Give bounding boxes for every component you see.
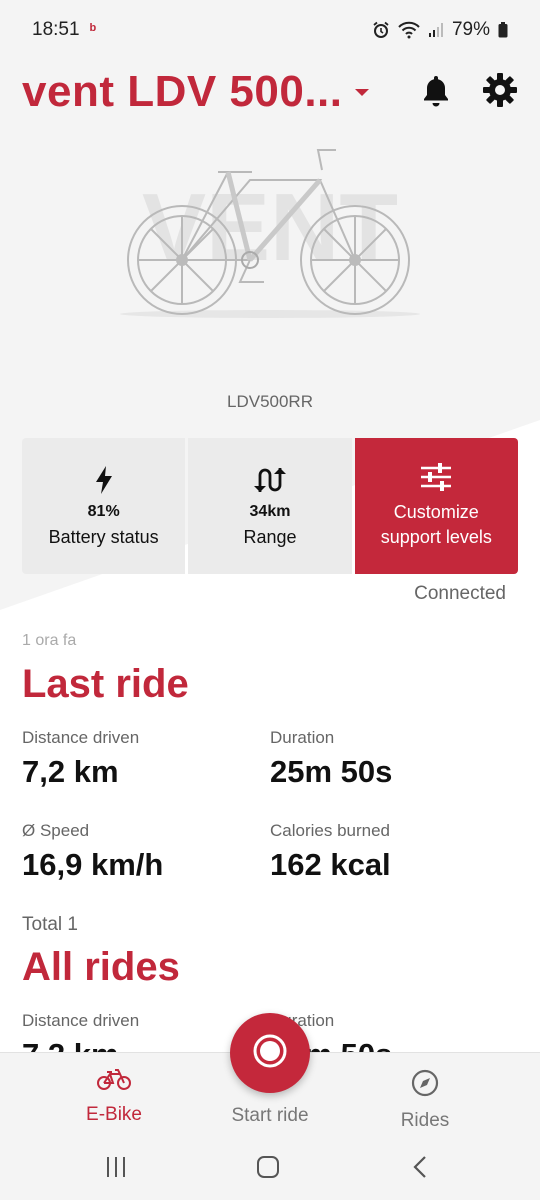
info-cards: 81% Battery status 34km Range Customize … — [22, 438, 518, 574]
sliders-icon — [420, 462, 452, 492]
lightning-icon — [95, 465, 113, 495]
last-ride-speed: Ø Speed 16,9 km/h — [22, 821, 262, 883]
status-icons: 79% — [372, 19, 508, 41]
last-ride-time-ago: 1 ora fa — [22, 632, 77, 649]
wifi-icon — [398, 21, 420, 39]
nav-start-ride[interactable]: Start ride — [190, 1097, 350, 1127]
signal-icon — [428, 22, 444, 38]
stat-label: Duration — [270, 728, 335, 747]
range-arrows-icon — [253, 465, 286, 495]
all-rides-total: Total 1 — [22, 914, 78, 935]
battery-card: 81% Battery status — [22, 438, 186, 574]
compass-icon — [411, 1069, 439, 1102]
last-ride-distance: Distance driven 7,2 km — [22, 728, 262, 790]
stat-label: Distance driven — [22, 1011, 140, 1030]
bike-icon — [97, 1069, 131, 1096]
app-header: vent LDV 500... — [22, 66, 518, 118]
customize-label-line1: Customize — [393, 502, 479, 522]
device-selector-title[interactable]: vent LDV 500... — [22, 67, 343, 117]
home-icon[interactable] — [256, 1156, 280, 1183]
alarm-icon — [372, 21, 390, 39]
battery-label: Battery status — [48, 526, 159, 547]
start-ride-button[interactable] — [230, 1013, 310, 1093]
back-icon[interactable] — [410, 1156, 430, 1183]
stat-value: 25m 50s — [270, 754, 393, 789]
nav-ebike[interactable]: E-Bike — [34, 1069, 194, 1126]
range-value: 34km — [249, 502, 291, 520]
stat-label: Distance driven — [22, 728, 140, 747]
all-rides-title: All rides — [22, 945, 180, 989]
record-icon — [252, 1033, 288, 1074]
last-ride-calories: Calories burned 162 kcal — [270, 821, 510, 883]
battery-icon — [498, 22, 508, 38]
stat-value: 16,9 km/h — [22, 847, 164, 882]
bike-illustration: VENT — [100, 132, 440, 322]
range-card: 34km Range — [188, 438, 352, 574]
bike-model-name: LDV500RR — [227, 392, 313, 411]
stat-label: Duration — [270, 1011, 335, 1030]
last-ride-duration: Duration 25m 50s — [270, 728, 510, 790]
battery-percent: 79% — [451, 19, 490, 40]
nav-start-ride-label: Start ride — [231, 1105, 309, 1126]
stat-label: Ø Speed — [22, 821, 90, 840]
stat-value: 7,2 km — [22, 754, 119, 789]
nav-rides-label: Rides — [400, 1110, 450, 1131]
customize-label-line2: support levels — [380, 527, 492, 547]
status-time: 18:51 — [32, 19, 80, 40]
stat-label: Calories burned — [270, 821, 391, 840]
gear-icon[interactable] — [482, 72, 518, 113]
customize-support-button[interactable]: Customize support levels — [354, 438, 518, 574]
nav-rides[interactable]: Rides — [345, 1069, 505, 1132]
status-app-indicator: b — [89, 22, 97, 34]
status-bar: 18:51 b 79% — [0, 0, 540, 60]
battery-value: 81% — [87, 502, 120, 520]
system-navigation-bar — [0, 1142, 540, 1200]
connection-status: Connected — [414, 583, 506, 604]
last-ride-title: Last ride — [22, 662, 189, 706]
header-actions — [420, 72, 518, 113]
nav-ebike-label: E-Bike — [86, 1104, 142, 1125]
bell-icon[interactable] — [420, 73, 452, 112]
chevron-down-icon[interactable] — [354, 88, 369, 96]
range-label: Range — [243, 526, 297, 547]
recent-apps-icon[interactable] — [104, 1156, 128, 1183]
stat-value: 162 kcal — [270, 847, 391, 882]
